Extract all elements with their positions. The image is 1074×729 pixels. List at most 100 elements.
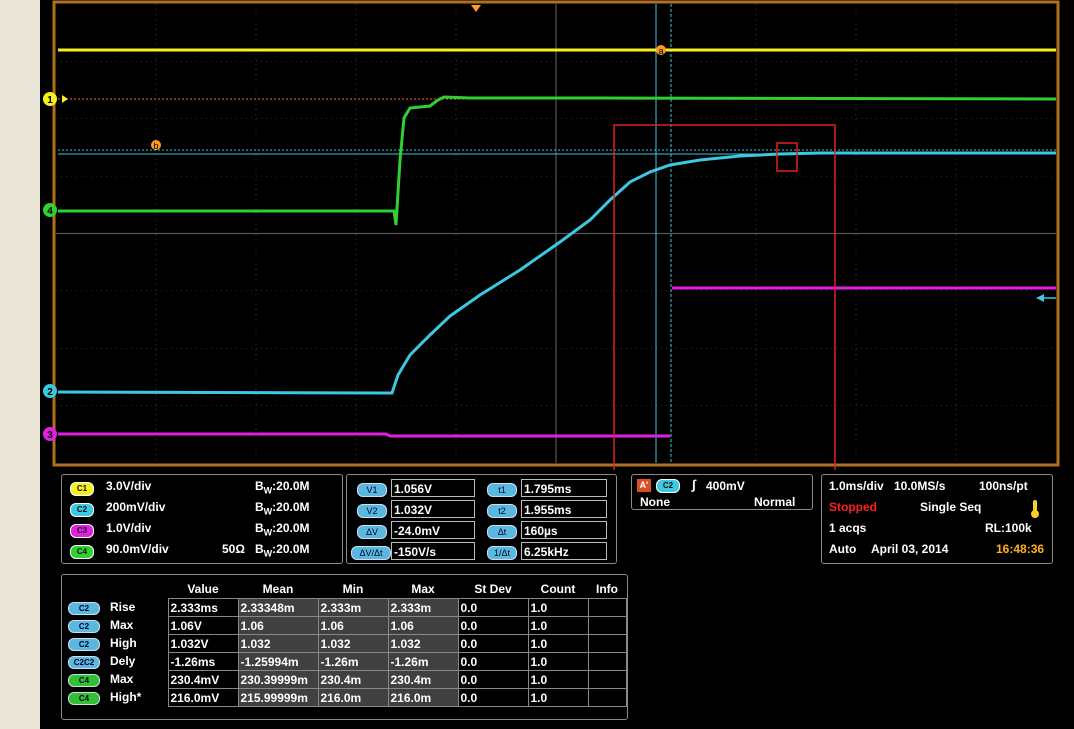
- measurement-row: C4 High* 216.0mV 215.99999m 216.0m 216.0m 0.0 1…: [68, 688, 627, 707]
- measurement-min: 1.06: [317, 616, 389, 635]
- measurement-info: [587, 652, 627, 671]
- auto-label: Auto: [829, 542, 857, 556]
- measurement-max: 230.4m: [387, 670, 459, 689]
- measurement-info: [587, 670, 627, 689]
- channel-badge-c4[interactable]: C4: [70, 545, 94, 559]
- sequence-mode: Single Seq: [920, 500, 982, 514]
- measurement-value: 216.0mV: [167, 688, 239, 707]
- trigger-channel-badge: C2: [656, 479, 680, 493]
- measurement-max: -1.26m: [387, 652, 459, 671]
- dt-label: Δt: [487, 525, 517, 539]
- timebase: 1.0ms/div: [829, 479, 884, 493]
- measurement-source-badge: C2: [68, 620, 100, 633]
- channel-badge-c3[interactable]: C3: [70, 524, 94, 538]
- t2-value: 1.955ms: [521, 500, 607, 518]
- measurement-count: 1.0: [527, 688, 589, 707]
- measurement-mean: 230.39999m: [237, 670, 319, 689]
- measurement-label: C2 Max: [68, 617, 168, 635]
- measurement-header: Info: [596, 581, 618, 596]
- dv-label: ΔV: [357, 525, 387, 539]
- measurement-stdev: 0.0: [457, 598, 529, 617]
- trigger-panel: A' C2 ∫ 400mV None Normal: [631, 474, 813, 510]
- inv-dt-label: 1/Δt: [487, 546, 517, 560]
- time: 16:48:36: [996, 542, 1045, 556]
- measurement-max: 216.0m: [387, 688, 459, 707]
- measurement-count: 1.0: [527, 652, 589, 671]
- cursor-readout-panel: V1 1.056V V2 1.032V ΔV -24.0mV ΔV/Δt -15…: [346, 474, 617, 564]
- measurement-min: -1.26m: [317, 652, 389, 671]
- record-length: RL:100k: [985, 521, 1032, 535]
- inv-dt-value: 6.25kHz: [521, 542, 607, 560]
- v1-value: 1.056V: [391, 479, 475, 497]
- svg-text:4: 4: [47, 206, 53, 217]
- measurement-mean: 2.33348m: [237, 598, 319, 617]
- measurement-mean: 1.06: [237, 616, 319, 635]
- t1-value: 1.795ms: [521, 479, 607, 497]
- measurement-value: 2.333ms: [167, 598, 239, 617]
- svg-text:b: b: [153, 141, 158, 151]
- measurement-max: 2.333m: [387, 598, 459, 617]
- channel-bandwidth: BW:20.0M: [255, 521, 310, 538]
- measurement-row: C2C2 Dely -1.26ms -1.25994m -1.26m -1.26m 0.0 1…: [68, 652, 627, 671]
- v2-value: 1.032V: [391, 500, 475, 518]
- measurement-count: 1.0: [527, 634, 589, 653]
- measurement-info: [587, 598, 627, 617]
- svg-text:a: a: [658, 46, 663, 56]
- measurement-stdev: 0.0: [457, 688, 529, 707]
- measurement-value: 230.4mV: [167, 670, 239, 689]
- measurement-min: 230.4m: [317, 670, 389, 689]
- channel-badge-c2[interactable]: C2: [70, 503, 94, 517]
- svg-text:1: 1: [47, 95, 53, 106]
- trigger-edge-icon: ∫: [692, 477, 696, 492]
- resolution: 100ns/pt: [979, 479, 1028, 493]
- sample-rate: 10.0MS/s: [894, 479, 946, 493]
- measurement-label: C2 Rise: [68, 599, 168, 617]
- measurement-label: C4 High*: [68, 689, 168, 707]
- measurement-row: C2 High 1.032V 1.032 1.032 1.032 0.0 1.0: [68, 634, 627, 653]
- dv-value: -24.0mV: [391, 521, 475, 539]
- measurement-stdev: 0.0: [457, 634, 529, 653]
- channel-bandwidth: BW:20.0M: [255, 542, 310, 559]
- measurement-stdev: 0.0: [457, 616, 529, 635]
- measurement-label: C2 High: [68, 635, 168, 653]
- measurement-header: Max: [411, 581, 435, 596]
- measurement-source-badge: C2: [68, 602, 100, 615]
- measurement-min: 2.333m: [317, 598, 389, 617]
- dt-value: 160µs: [521, 521, 607, 539]
- measurement-value: -1.26ms: [167, 652, 239, 671]
- dvdt-value: -150V/s: [391, 542, 475, 560]
- measurement-header: St Dev: [474, 581, 512, 596]
- measurement-max: 1.06: [387, 616, 459, 635]
- measurement-source-badge: C4: [68, 692, 100, 705]
- measurement-row: C4 Max 230.4mV 230.39999m 230.4m 230.4m 0.0 1.0: [68, 670, 627, 689]
- ch3-marker: 3: [43, 427, 57, 441]
- measurement-info: [587, 634, 627, 653]
- measurement-source-badge: C2C2: [68, 656, 100, 669]
- measurement-min: 1.032: [317, 634, 389, 653]
- measurement-value: 1.06V: [167, 616, 239, 635]
- channel-scale: 3.0V/div: [106, 479, 152, 493]
- v2-label: V2: [357, 504, 387, 518]
- measurement-header: Value: [187, 581, 219, 596]
- channel-scale: 1.0V/div: [106, 521, 152, 535]
- measurement-table: Value Mean Min Max St Dev Count Info C2 Rise 2.3…: [68, 579, 627, 707]
- measurement-mean: 1.032: [237, 634, 319, 653]
- measurement-count: 1.0: [527, 670, 589, 689]
- measurement-label: C4 Max: [68, 671, 168, 689]
- channel-badge-c1[interactable]: C1: [70, 482, 94, 496]
- measurement-count: 1.0: [527, 598, 589, 617]
- channel-scale: 200mV/div: [106, 500, 166, 514]
- measurement-source-badge: C2: [68, 638, 100, 651]
- channel-bandwidth: BW:20.0M: [255, 500, 310, 517]
- measurement-header: Count: [540, 581, 576, 596]
- channel-scale: 90.0mV/div: [106, 542, 169, 556]
- measurement-stdev: 0.0: [457, 670, 529, 689]
- measurement-label: C2C2 Dely: [68, 653, 168, 671]
- measurement-header: Min: [342, 581, 364, 596]
- measurement-header: Mean: [262, 581, 294, 596]
- ch2-marker: 2: [43, 384, 57, 398]
- measurement-info: [587, 688, 627, 707]
- svg-text:3: 3: [47, 430, 53, 441]
- acquisition-count: 1 acqs: [829, 521, 867, 535]
- trigger-mode: Normal: [754, 495, 796, 509]
